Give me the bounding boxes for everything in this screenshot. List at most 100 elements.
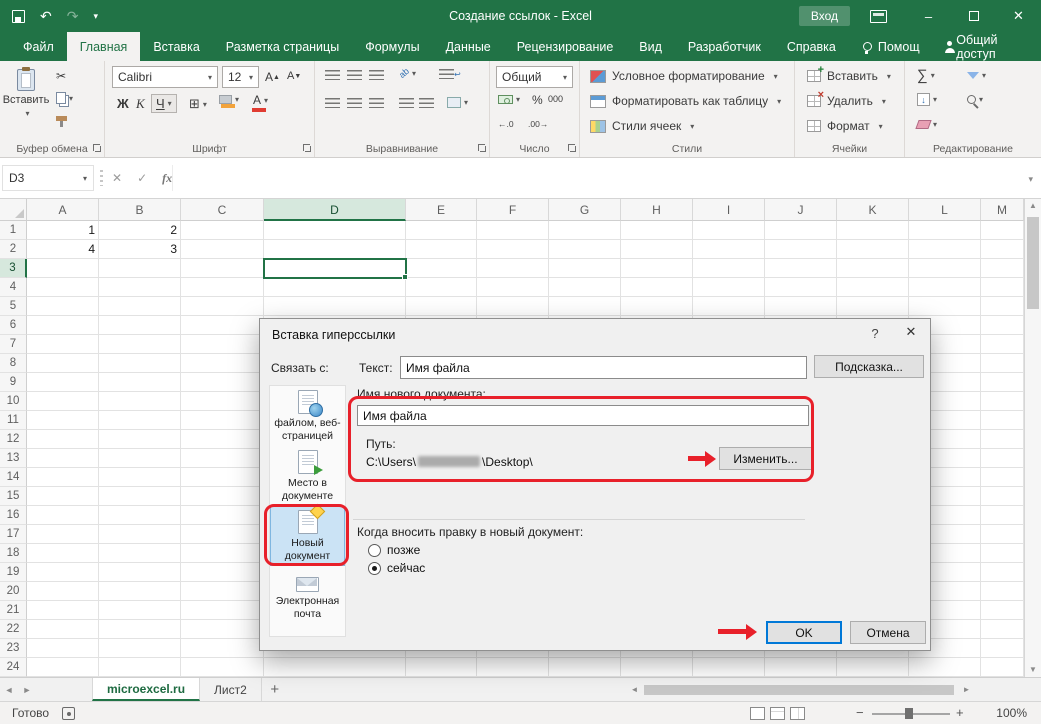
radio-now[interactable] (368, 562, 381, 575)
row-header-6[interactable]: 6 (0, 316, 27, 335)
column-header-B[interactable]: B (99, 199, 181, 221)
row-header-21[interactable]: 21 (0, 601, 27, 620)
alignment-dialog-launcher-icon[interactable] (478, 144, 486, 152)
sort-filter-button[interactable]: ▾ (967, 71, 986, 80)
cut-button[interactable]: ✂ (56, 69, 66, 83)
column-header-E[interactable]: E (406, 199, 477, 221)
ribbon-tab-1[interactable]: Главная (67, 32, 141, 61)
accounting-format-button[interactable]: ▾ (498, 95, 520, 104)
name-box-splitter[interactable] (100, 170, 103, 186)
hyperlink-text-input[interactable] (400, 356, 807, 379)
shrink-font-button[interactable]: А▼ (287, 70, 301, 82)
paste-button[interactable]: Вставить ▾ (5, 65, 47, 139)
column-header-K[interactable]: K (837, 199, 909, 221)
insert-cells-button[interactable]: Вставить▾ (807, 69, 891, 83)
row-header-15[interactable]: 15 (0, 487, 27, 506)
format-painter-button[interactable] (56, 116, 67, 127)
link-to-file-web[interactable]: файлом, веб-страницей (270, 386, 345, 446)
cancel-button[interactable]: Отмена (850, 621, 926, 644)
row-header-11[interactable]: 11 (0, 411, 27, 430)
row-header-2[interactable]: 2 (0, 240, 27, 259)
row-header-17[interactable]: 17 (0, 525, 27, 544)
zoom-level[interactable]: 100% (996, 702, 1027, 724)
row-header-24[interactable]: 24 (0, 658, 27, 677)
row-header-5[interactable]: 5 (0, 297, 27, 316)
dialog-close-icon[interactable]: ✕ (898, 324, 924, 344)
font-name-combo[interactable]: Calibri▾ (112, 66, 218, 88)
row-header-19[interactable]: 19 (0, 563, 27, 582)
decrease-decimal-button[interactable]: .00→ (528, 119, 548, 129)
horizontal-scrollbar[interactable] (642, 684, 958, 696)
conditional-formatting-button[interactable]: Условное форматирование▾ (590, 69, 778, 83)
radio-later[interactable] (368, 544, 381, 557)
row-header-20[interactable]: 20 (0, 582, 27, 601)
align-left-button[interactable] (325, 98, 340, 108)
number-format-combo[interactable]: Общий▾ (496, 66, 573, 88)
orientation-button[interactable]: ab▾ (399, 68, 416, 78)
sheet-nav-left-icon[interactable]: ◄ (0, 678, 18, 701)
font-size-combo[interactable]: 12▾ (222, 66, 259, 88)
sheet-nav-right-icon[interactable]: ► (18, 678, 36, 701)
column-header-F[interactable]: F (477, 199, 549, 221)
ribbon-tab-0[interactable]: Файл (10, 32, 67, 61)
ribbon-tab-3[interactable]: Разметка страницы (213, 32, 352, 61)
row-header-18[interactable]: 18 (0, 544, 27, 563)
name-box[interactable]: D3▾ (2, 165, 94, 191)
row-header-4[interactable]: 4 (0, 278, 27, 297)
row-header-13[interactable]: 13 (0, 449, 27, 468)
ok-button[interactable]: OK (766, 621, 842, 644)
close-button[interactable]: ✕ (996, 0, 1041, 32)
row-header-23[interactable]: 23 (0, 639, 27, 658)
new-sheet-button[interactable]: + (262, 678, 288, 701)
normal-view-icon[interactable] (750, 707, 765, 720)
zoom-out-icon[interactable]: − (856, 702, 864, 724)
hscroll-left-icon[interactable]: ◄ (628, 683, 641, 696)
page-layout-view-icon[interactable] (770, 707, 785, 720)
align-center-button[interactable] (347, 98, 362, 108)
ribbon-tab-5[interactable]: Данные (433, 32, 504, 61)
row-header-7[interactable]: 7 (0, 335, 27, 354)
sheet-tab-0[interactable]: microexcel.ru (92, 678, 200, 701)
font-color-button[interactable]: А▾ (253, 93, 268, 107)
fill-handle[interactable] (402, 274, 408, 280)
align-bottom-button[interactable] (369, 70, 384, 80)
align-middle-button[interactable] (347, 70, 362, 80)
align-right-button[interactable] (369, 98, 384, 108)
vertical-scrollbar[interactable]: ▲ ▼ (1024, 199, 1041, 677)
cell-A1[interactable]: 1 (27, 221, 99, 240)
expand-formula-bar-icon[interactable]: ▾ (1028, 174, 1033, 185)
share-button[interactable]: Общий доступ (932, 32, 1015, 61)
horizontal-scroll-thumb[interactable] (644, 685, 954, 695)
increase-decimal-button[interactable]: ←.0 (498, 119, 514, 129)
cell-styles-button[interactable]: Стили ячеек▾ (590, 119, 694, 133)
sheet-tab-1[interactable]: Лист2 (200, 678, 262, 701)
dialog-help-icon[interactable]: ? (864, 326, 886, 344)
cell-B1[interactable]: 2 (99, 221, 181, 240)
cell-B2[interactable]: 3 (99, 240, 181, 259)
row-header-1[interactable]: 1 (0, 221, 27, 240)
ribbon-tab-7[interactable]: Вид (626, 32, 675, 61)
zoom-slider-thumb[interactable] (905, 708, 913, 719)
align-top-button[interactable] (325, 70, 340, 80)
grow-font-button[interactable]: А▲ (265, 70, 280, 84)
column-header-H[interactable]: H (621, 199, 693, 221)
increase-indent-button[interactable] (419, 98, 434, 108)
select-all-corner[interactable] (0, 199, 27, 221)
page-break-view-icon[interactable] (790, 707, 805, 720)
scroll-up-icon[interactable]: ▲ (1025, 199, 1041, 213)
ribbon-tab-8[interactable]: Разработчик (675, 32, 774, 61)
ribbon-tab-2[interactable]: Вставка (140, 32, 212, 61)
row-header-3[interactable]: 3 (0, 259, 27, 278)
fill-color-button[interactable]: ▾ (219, 95, 239, 104)
enter-icon[interactable]: ✓ (137, 171, 147, 185)
row-header-12[interactable]: 12 (0, 430, 27, 449)
comma-style-button[interactable]: 000 (548, 94, 563, 104)
ribbon-tab-6[interactable]: Рецензирование (504, 32, 627, 61)
row-header-16[interactable]: 16 (0, 506, 27, 525)
column-header-L[interactable]: L (909, 199, 981, 221)
column-header-A[interactable]: A (27, 199, 99, 221)
ribbon-tab-9[interactable]: Справка (774, 32, 849, 61)
wrap-text-button[interactable]: ↩ (439, 69, 461, 79)
column-header-C[interactable]: C (181, 199, 264, 221)
column-header-G[interactable]: G (549, 199, 621, 221)
